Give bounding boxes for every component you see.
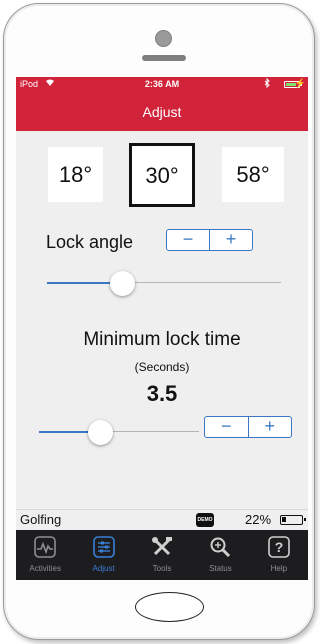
lock-angle-slider[interactable]: [47, 271, 281, 296]
angle-option-right[interactable]: 58°: [222, 147, 284, 202]
activity-mode: Golfing: [20, 512, 62, 527]
lock-angle-plus-button[interactable]: +: [210, 230, 252, 250]
device-status-bar: Golfing DEMO 22%: [16, 509, 308, 530]
tab-label: Help: [270, 564, 288, 573]
tab-label: Status: [209, 564, 232, 573]
charging-icon: ⚡: [294, 78, 306, 88]
speaker-grille: [142, 55, 186, 61]
status-bar: iPod 2:36 AM ⚡: [16, 77, 308, 93]
angle-option-selected[interactable]: 30°: [129, 143, 195, 207]
device-battery-icon: [280, 515, 306, 525]
svg-text:?: ?: [275, 539, 284, 555]
lock-angle-stepper: − +: [166, 229, 253, 251]
min-lock-time-slider-thumb[interactable]: [88, 420, 113, 445]
tab-label: Tools: [152, 564, 172, 573]
lock-angle-minus-button[interactable]: −: [167, 230, 210, 250]
min-lock-time-plus-button[interactable]: +: [249, 417, 292, 437]
tab-help[interactable]: ? Help: [250, 530, 308, 580]
magnifier-icon: [210, 537, 231, 558]
tab-bar: Activities Adjust Tools Status ? Help: [16, 530, 308, 580]
lock-angle-label: Lock angle: [46, 232, 134, 252]
bluetooth-icon: [264, 77, 270, 90]
min-lock-time-title: Minimum lock time: [83, 329, 241, 350]
home-button[interactable]: [135, 592, 204, 622]
demo-badge: DEMO: [196, 513, 214, 527]
min-lock-time-slider[interactable]: [39, 420, 199, 445]
tab-label: Activities: [29, 564, 61, 573]
question-icon: ?: [268, 536, 290, 558]
tab-activities[interactable]: Activities: [16, 530, 74, 580]
tab-label: Adjust: [92, 564, 115, 573]
camera-icon: [155, 30, 172, 47]
lock-angle-slider-thumb[interactable]: [110, 271, 135, 296]
min-lock-time-value: 3.5: [146, 381, 178, 406]
activity-chart-icon: [34, 536, 57, 558]
min-lock-time-minus-button[interactable]: −: [205, 417, 249, 437]
tab-tools[interactable]: Tools: [133, 530, 191, 580]
tab-status[interactable]: Status: [191, 530, 249, 580]
device-battery-percent: 22%: [245, 512, 272, 527]
sliders-icon: [92, 536, 115, 558]
app-screen: iPod 2:36 AM ⚡ Adjust 18° 30° 58° Lock a…: [16, 77, 308, 580]
nav-title: Adjust: [16, 93, 308, 131]
min-lock-time-unit: (Seconds): [134, 360, 190, 374]
angle-option-left[interactable]: 18°: [48, 147, 103, 202]
min-lock-time-stepper: − +: [204, 416, 292, 438]
tools-icon: [152, 537, 173, 556]
tab-adjust[interactable]: Adjust: [74, 530, 132, 580]
